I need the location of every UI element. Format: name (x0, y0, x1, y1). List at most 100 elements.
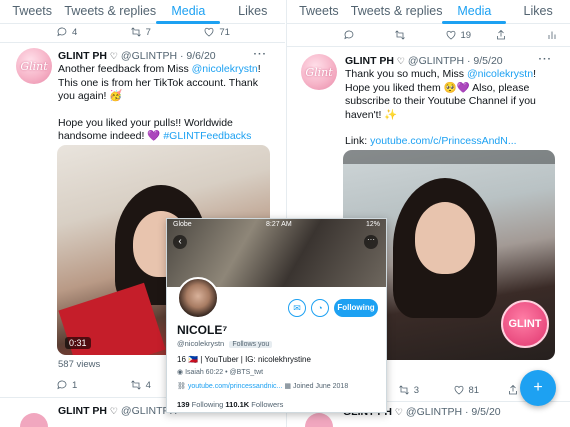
tab-likes[interactable]: Likes (506, 0, 570, 23)
retweet-action[interactable] (394, 29, 445, 41)
retweet-count: 4 (145, 379, 151, 391)
location-pin-icon: ◉ (177, 369, 184, 376)
glint-logo-badge: GLINT (501, 300, 549, 348)
name-heart-icon: ♡ (394, 407, 403, 417)
retweet-action[interactable]: 7 (130, 26, 204, 38)
back-arrow-icon[interactable]: ‹ (173, 235, 187, 249)
avatar[interactable]: Glint (16, 48, 52, 84)
tab-tweets[interactable]: Tweets (0, 0, 64, 23)
tab-tweets-and-replies[interactable]: Tweets & replies (351, 0, 443, 23)
more-options-icon[interactable]: ··· (364, 235, 378, 249)
follows-you-badge: Follows you (229, 341, 273, 348)
share-icon (497, 29, 506, 40)
share-action[interactable] (495, 29, 546, 41)
author-name[interactable]: GLINT PH (345, 55, 394, 67)
more-options-icon[interactable]: ··· (254, 48, 268, 60)
analytics-icon (548, 31, 556, 39)
divider (287, 46, 570, 47)
profile-avatar[interactable] (177, 277, 219, 319)
mention-link[interactable]: @nicolekrystn (467, 68, 533, 80)
reply-action[interactable] (343, 29, 394, 41)
compose-icon: + (533, 379, 543, 396)
message-icon[interactable]: ✉ (288, 299, 306, 317)
avatar[interactable] (20, 413, 48, 427)
retweet-count: 3 (413, 384, 420, 396)
avatar[interactable] (305, 413, 333, 427)
profile-verse: Isaiah 60:22 • @BTS_twt (185, 369, 264, 376)
external-link[interactable]: youtube.com/c/PrincessAndN... (370, 135, 516, 147)
profile-location: ◉ Isaiah 60:22 • @BTS_twt (177, 368, 263, 376)
reply-count: 1 (72, 379, 78, 391)
profile-bio: 16 🇵🇭 | YouTuber | IG: nicolekhrystine (177, 355, 311, 364)
following-label[interactable]: Following (192, 400, 224, 409)
profile-name: NICOLE⁷ (177, 323, 228, 337)
video-frame-face (415, 202, 475, 274)
tweet-paragraph-1: Thank you so much, Miss @nicolekrystn! H… (345, 68, 556, 122)
retweet-icon (130, 27, 141, 37)
following-count[interactable]: 139 (177, 400, 190, 409)
avatar-logo-text: Glint (20, 59, 48, 73)
reply-action[interactable]: 4 (56, 26, 130, 38)
like-action[interactable]: 81 (453, 384, 508, 396)
mention-link[interactable]: @nicolekrystn (192, 63, 258, 75)
author-handle[interactable]: @GLINTPH (121, 50, 177, 62)
previous-tweet-actions: 19 (343, 27, 562, 43)
tab-tweets-and-replies[interactable]: Tweets & replies (64, 0, 156, 23)
tab-media[interactable]: Media (156, 0, 220, 23)
phone-status-bar: Globe 8:27 AM 12% (167, 219, 386, 231)
reply-action[interactable]: 1 (56, 379, 130, 391)
carrier-label: Globe (173, 221, 192, 228)
heart-icon (446, 30, 455, 40)
profile-website-row: ⛓ youtube.com/princessandnic... ▦ Joined… (177, 382, 348, 390)
tweet-header: GLINT PH ♡ @GLINTPH · 9/6/20 ··· (58, 48, 277, 62)
retweet-icon (394, 30, 405, 40)
status-time: 8:27 AM (265, 221, 292, 228)
more-options-icon[interactable]: ··· (539, 53, 553, 65)
tweet-date[interactable]: · 9/5/20 (465, 406, 501, 418)
avatar[interactable]: Glint (301, 54, 337, 90)
text-segment: Another feedback from Miss (58, 63, 192, 75)
profile-website[interactable]: youtube.com/princessandnic... (188, 383, 283, 390)
next-tweet-header: GLINT PH ♡ @GLINTPH (58, 405, 177, 417)
tab-media[interactable]: Media (442, 0, 506, 23)
tweet-paragraph-2: Hope you liked your pulls!! Worldwide ha… (58, 117, 271, 144)
author-name[interactable]: GLINT PH (58, 50, 107, 62)
tweet-date[interactable]: · 9/6/20 (180, 50, 216, 62)
profile-tabs: Tweets Tweets & replies Media Likes (0, 0, 285, 24)
reply-icon (57, 380, 67, 390)
author-name[interactable]: GLINT PH (58, 405, 107, 417)
tweet-date[interactable]: · 9/5/20 (467, 55, 503, 67)
name-heart-icon: ♡ (109, 51, 118, 61)
badge-text: GLINT (508, 318, 542, 330)
notification-bell-icon[interactable]: ◔ (311, 299, 329, 317)
like-count: 71 (219, 26, 230, 38)
reply-icon (57, 27, 67, 37)
author-handle[interactable]: @GLINTPH (408, 55, 464, 67)
analytics-action[interactable] (546, 29, 562, 41)
retweet-action[interactable]: 3 (398, 384, 453, 396)
like-action[interactable]: 19 (445, 29, 496, 41)
tweet-body: Another feedback from Miss @nicolekrystn… (58, 63, 271, 157)
followers-count[interactable]: 110.1K (225, 400, 249, 409)
author-handle[interactable]: @GLINTPH (406, 406, 462, 418)
joined-date: Joined June 2018 (292, 383, 349, 390)
avatar-logo-text: Glint (305, 65, 333, 79)
tweet-header: GLINT PH ♡ @GLINTPH · 9/5/20 ··· (345, 53, 562, 67)
video-overlay-bar (343, 150, 555, 164)
like-action[interactable]: 71 (203, 26, 277, 38)
compose-tweet-button[interactable]: + (520, 370, 556, 406)
battery-level: 12% (365, 221, 380, 228)
retweet-icon (130, 380, 141, 390)
tab-tweets[interactable]: Tweets (287, 0, 351, 23)
hashtag-link[interactable]: #GLINTFeedbacks (163, 130, 251, 142)
previous-tweet-actions: 4 7 71 (56, 24, 277, 40)
following-button[interactable]: Following (334, 299, 378, 317)
tweet-body: Thank you so much, Miss @nicolekrystn! H… (345, 68, 556, 162)
heart-icon (204, 27, 214, 37)
followers-label[interactable]: Followers (251, 400, 283, 409)
video-duration: 0:31 (65, 337, 91, 349)
reply-icon (344, 30, 354, 40)
tab-likes[interactable]: Likes (221, 0, 285, 23)
profile-handle: @nicolekrystn (177, 339, 225, 348)
reply-count: 4 (72, 26, 78, 38)
